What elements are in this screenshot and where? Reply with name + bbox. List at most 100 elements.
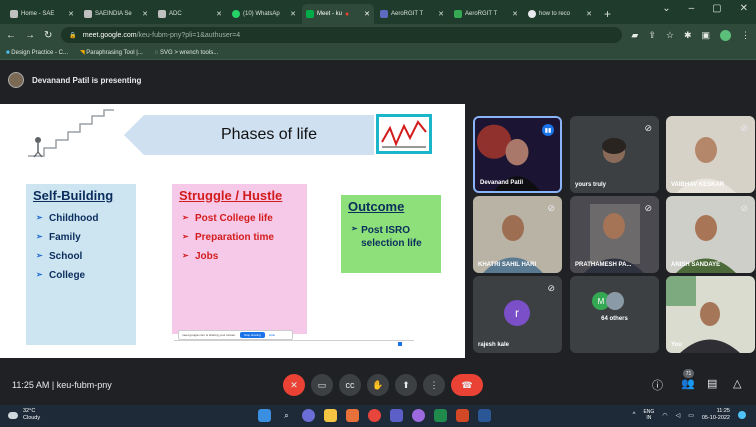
bookmarks-bar: ■ Design Practice - C... ◥ Paraphrasing … bbox=[0, 46, 756, 60]
new-tab-button[interactable]: + bbox=[598, 4, 617, 24]
extensions-icon[interactable]: ✱ bbox=[684, 30, 692, 41]
arrow-bullet-icon: ➢ bbox=[351, 224, 358, 233]
close-icon[interactable]: ✕ bbox=[510, 10, 518, 18]
lang-indicator[interactable]: ENG IN bbox=[643, 409, 654, 421]
excel-icon[interactable] bbox=[434, 409, 447, 422]
close-icon[interactable]: ✕ bbox=[140, 10, 148, 18]
forward-icon[interactable]: → bbox=[25, 30, 35, 41]
url-input[interactable]: 🔒 meet.google.com/keu-fubm-pny?pli=1&aut… bbox=[61, 27, 623, 43]
captions-button[interactable]: cc bbox=[339, 374, 361, 396]
menu-icon[interactable]: ⋮ bbox=[741, 30, 750, 41]
more-options-button[interactable]: ⋮ bbox=[423, 374, 445, 396]
tab-search-icon[interactable]: ⌄ bbox=[662, 3, 670, 14]
shared-slide: Phases of life Self-Building ➢ Childhood … bbox=[0, 104, 465, 358]
notification-icon[interactable] bbox=[738, 411, 746, 419]
browser-tab[interactable]: how to reco ✕ bbox=[524, 4, 596, 24]
store-icon[interactable] bbox=[346, 409, 359, 422]
browser-tab[interactable]: SAEINDIA Se ✕ bbox=[80, 4, 152, 24]
tab-favicon-icon bbox=[158, 10, 166, 18]
participant-tile[interactable]: r ⊘ rajesh kale bbox=[473, 276, 562, 353]
maximize-button[interactable]: ▢ bbox=[712, 3, 721, 14]
teams-icon[interactable] bbox=[390, 409, 403, 422]
browser-tab[interactable]: ADC ✕ bbox=[154, 4, 226, 24]
close-icon[interactable]: ✕ bbox=[288, 10, 296, 18]
arrow-bullet-icon: ➢ bbox=[182, 213, 189, 222]
profile-avatar[interactable] bbox=[720, 29, 731, 41]
activities-button[interactable]: △ bbox=[733, 377, 741, 390]
leave-call-button[interactable]: ☎ bbox=[451, 374, 483, 396]
list-item: ➢ College bbox=[36, 270, 86, 281]
browser-tab[interactable]: Home - SAE ✕ bbox=[6, 4, 78, 24]
tab-favicon-icon bbox=[84, 10, 92, 18]
tab-favicon-icon bbox=[380, 10, 388, 18]
weather-widget[interactable]: 32°C Cloudy bbox=[8, 408, 40, 422]
list-item: ➢ Family bbox=[36, 232, 81, 243]
back-icon[interactable]: ← bbox=[6, 30, 16, 41]
search-icon[interactable]: ⌕ bbox=[280, 409, 293, 422]
list-item: ➢ Post ISRO selection life bbox=[351, 224, 422, 249]
camera-toggle-button[interactable]: ▭ bbox=[311, 374, 333, 396]
screen-share-bar: meet.google.com is sharing your screen. … bbox=[178, 330, 293, 340]
participant-tile[interactable]: ⊘ yours truly bbox=[570, 116, 659, 193]
word-icon[interactable] bbox=[478, 409, 491, 422]
bookmark-star-icon[interactable]: ☆ bbox=[666, 30, 674, 41]
present-button[interactable]: ⬆ bbox=[395, 374, 417, 396]
powerpoint-icon[interactable] bbox=[456, 409, 469, 422]
sidebar-icon[interactable]: ▣ bbox=[701, 30, 710, 41]
participant-tile[interactable]: ⊘ PRATHAMESH PA... bbox=[570, 196, 659, 273]
browser-tab[interactable]: (10) WhatsAp ✕ bbox=[228, 4, 300, 24]
stop-sharing-button[interactable]: Stop sharing bbox=[240, 332, 265, 338]
chat-button[interactable]: ▤ bbox=[707, 377, 717, 390]
browser-tab-active[interactable]: Meet - ku ● ✕ bbox=[302, 4, 374, 24]
bookmark-icon: ◌ bbox=[154, 49, 159, 56]
settings-app-icon[interactable] bbox=[412, 409, 425, 422]
bookmark-icon: ◥ bbox=[79, 50, 85, 56]
present-icon: ⬆ bbox=[402, 379, 410, 390]
chevron-up-icon[interactable]: ^ bbox=[633, 412, 636, 418]
mic-toggle-button[interactable]: ✕ bbox=[283, 374, 305, 396]
people-button[interactable]: 👥 bbox=[681, 377, 695, 390]
staircase-icon bbox=[28, 109, 114, 158]
box-heading: Struggle / Hustle bbox=[179, 188, 283, 203]
chrome-icon[interactable] bbox=[368, 409, 381, 422]
camera-icon[interactable]: ▰ bbox=[631, 30, 638, 41]
minimize-button[interactable]: – bbox=[689, 3, 695, 14]
participant-tile[interactable]: You bbox=[666, 276, 755, 353]
file-explorer-icon[interactable] bbox=[324, 409, 337, 422]
close-icon[interactable]: ✕ bbox=[362, 10, 370, 18]
meet-page: Devanand Patil is presenting Phases of l… bbox=[0, 60, 756, 405]
bookmark-item[interactable]: ◌ SVG > wrench tools... bbox=[155, 50, 218, 56]
share-icon[interactable]: ⇪ bbox=[648, 30, 656, 41]
hide-button[interactable]: Hide bbox=[269, 333, 275, 337]
participant-tile[interactable]: M 64 others bbox=[570, 276, 659, 353]
volume-icon[interactable]: ◁ bbox=[676, 412, 681, 419]
arrow-bullet-icon: ➢ bbox=[182, 251, 189, 260]
wifi-icon[interactable]: ◠ bbox=[662, 412, 667, 419]
close-icon[interactable]: ✕ bbox=[214, 10, 222, 18]
raise-hand-button[interactable]: ✋ bbox=[367, 374, 389, 396]
browser-tab[interactable]: AeroRGIT T ✕ bbox=[376, 4, 448, 24]
clock[interactable]: 11:25 05-10-2022 bbox=[702, 408, 730, 422]
participant-tile[interactable]: ▮▮ Devanand Patil bbox=[473, 116, 562, 193]
arrow-bullet-icon: ➢ bbox=[36, 232, 43, 241]
windows-taskbar: 32°C Cloudy ⌕ ^ ENG IN ◠ ◁ ▭ 11:25 05-10-20… bbox=[0, 405, 756, 427]
participant-tile[interactable]: ⊘ VAIBHAV KESKAR bbox=[666, 116, 755, 193]
arrow-bullet-icon: ➢ bbox=[36, 213, 43, 222]
meet-controls-bar: 11:25 AM | keu-fubm-pny ✕ ▭ cc ✋ ⬆ ⋮ ☎ ⓘ… bbox=[0, 365, 756, 405]
battery-icon[interactable]: ▭ bbox=[688, 412, 694, 419]
close-window-button[interactable]: ✕ bbox=[740, 3, 748, 14]
close-icon[interactable]: ✕ bbox=[66, 10, 74, 18]
bookmark-item[interactable]: ◥ Paraphrasing Tool |... bbox=[80, 49, 143, 56]
participant-tile[interactable]: ⊘ KHATRI SAHIL HARI bbox=[473, 196, 562, 273]
meeting-info-button[interactable]: ⓘ bbox=[652, 377, 663, 393]
browser-tab[interactable]: AeroRGIT T ✕ bbox=[450, 4, 522, 24]
chat-app-icon[interactable] bbox=[302, 409, 315, 422]
bookmark-item[interactable]: ■ Design Practice - C... bbox=[6, 50, 68, 56]
windows-start-icon[interactable] bbox=[258, 409, 271, 422]
captions-icon: cc bbox=[345, 380, 355, 390]
close-icon[interactable]: ✕ bbox=[436, 10, 444, 18]
participant-tile[interactable]: ⊘ ANISH SANDAYE bbox=[666, 196, 755, 273]
avatar bbox=[8, 72, 24, 88]
reload-icon[interactable]: ↻ bbox=[44, 30, 52, 41]
close-icon[interactable]: ✕ bbox=[584, 10, 592, 18]
